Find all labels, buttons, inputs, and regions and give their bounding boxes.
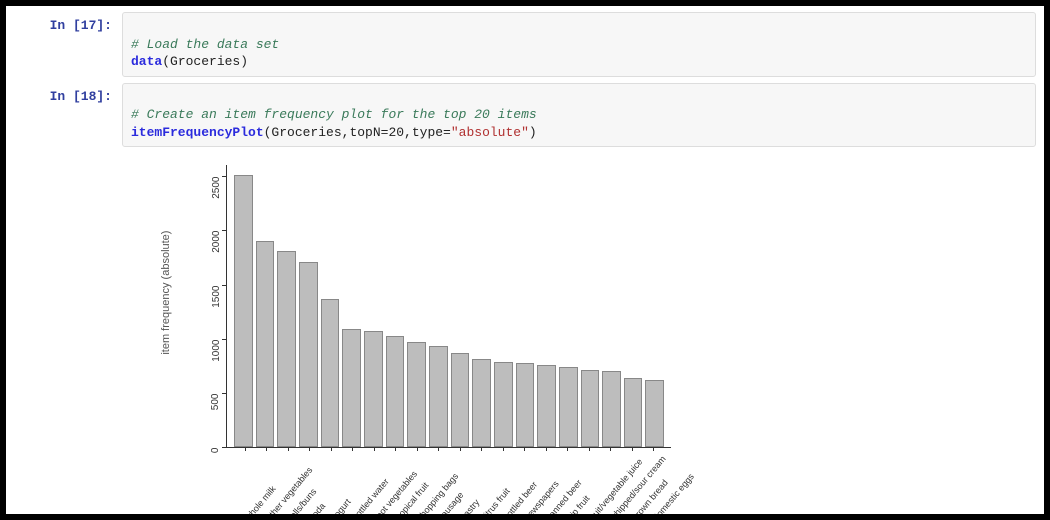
item-frequency-plot: item frequency (absolute) 05001000150020… (166, 157, 686, 514)
bar (299, 262, 318, 447)
bar (321, 299, 340, 448)
comment: # Create an item frequency plot for the … (131, 107, 537, 122)
y-tick-label: 0 (211, 448, 222, 454)
y-tick-label: 1500 (211, 285, 222, 307)
x-axis (226, 447, 671, 448)
bar (472, 359, 491, 447)
code-input-18[interactable]: # Create an item frequency plot for the … (122, 83, 1036, 148)
args-prefix: (Groceries,topN=20,type= (264, 125, 451, 140)
prompt-18: In [18]: (14, 83, 122, 104)
bar (429, 346, 448, 447)
func-args: (Groceries) (162, 54, 248, 69)
output-cell-18: item frequency (absolute) 0 500 1000 1500 20… (6, 157, 1044, 514)
y-tick-label: 2500 (211, 177, 222, 199)
bar (537, 365, 556, 447)
prompt-17: In [17]: (14, 12, 122, 33)
bar-group (234, 165, 664, 447)
notebook-page: In [17]: # Load the data set data(Grocer… (6, 6, 1044, 514)
bar (516, 363, 535, 448)
y-axis (226, 165, 227, 447)
bar (581, 370, 600, 447)
args-suffix: ) (529, 125, 537, 140)
bar (364, 331, 383, 447)
bar (386, 336, 405, 448)
y-axis-label: item frequency (absolute) (160, 231, 172, 355)
y-tick-label: 2000 (211, 231, 222, 253)
code-input-17[interactable]: # Load the data set data(Groceries) (122, 12, 1036, 77)
bar (256, 241, 275, 447)
bar (277, 251, 296, 447)
bar (494, 362, 513, 448)
func-call: data (131, 54, 162, 69)
bar (624, 378, 643, 447)
func-call: itemFrequencyPlot (131, 125, 264, 140)
bar (645, 380, 664, 447)
bar (234, 175, 253, 447)
bar (342, 329, 361, 447)
args-string: "absolute" (451, 125, 529, 140)
y-tick-label: 1000 (211, 339, 222, 361)
bar (559, 367, 578, 447)
bar (451, 353, 470, 447)
bar (407, 342, 426, 447)
bar (602, 371, 621, 447)
code-cell-18: In [18]: # Create an item frequency plot… (14, 83, 1036, 148)
comment: # Load the data set (131, 37, 279, 52)
code-cell-17: In [17]: # Load the data set data(Grocer… (14, 12, 1036, 77)
y-tick-label: 500 (211, 394, 222, 411)
